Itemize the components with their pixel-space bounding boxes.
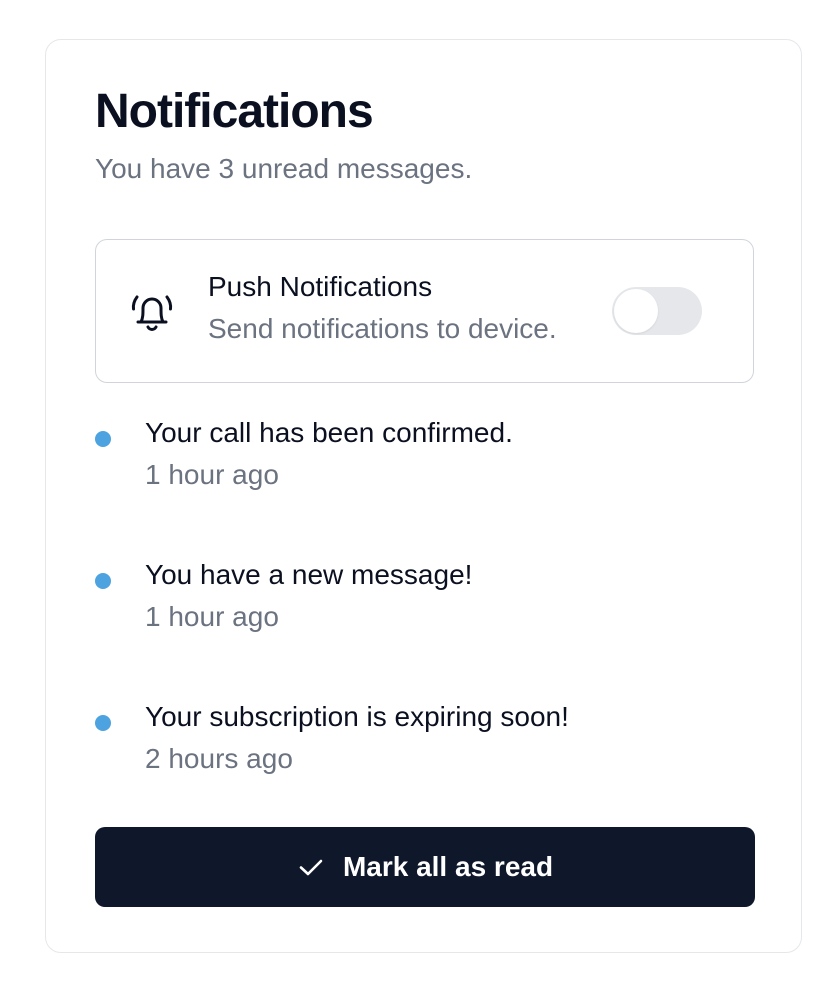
toggle-knob [614,289,658,333]
notifications-card: Notifications You have 3 unread messages… [45,39,802,953]
unread-dot-icon [95,431,111,447]
check-icon [297,853,325,881]
notification-message: Your call has been confirmed. [145,417,513,448]
push-notifications-description: Send notifications to device. [208,313,557,344]
card-title: Notifications [95,85,374,138]
bell-ringing-icon [128,286,176,336]
push-notifications-toggle[interactable] [612,287,702,335]
mark-all-as-read-label: Mark all as read [342,851,554,882]
notification-item: You have a new message! 1 hour ago [95,558,755,648]
unread-dot-icon [95,715,111,731]
notification-item: Your subscription is expiring soon! 2 ho… [95,700,755,790]
mark-all-as-read-button[interactable]: Mark all as read [95,827,755,907]
push-notifications-title: Push Notifications [208,271,433,302]
notification-time: 1 hour ago [145,601,279,632]
unread-dot-icon [95,573,111,589]
notification-message: Your subscription is expiring soon! [145,701,569,732]
push-notifications-panel: Push Notifications Send notifications to… [95,239,754,383]
notification-message: You have a new message! [145,559,473,590]
notification-time: 1 hour ago [145,459,279,490]
notification-item: Your call has been confirmed. 1 hour ago [95,416,755,506]
notification-time: 2 hours ago [145,743,293,774]
card-subtitle: You have 3 unread messages. [95,153,473,184]
